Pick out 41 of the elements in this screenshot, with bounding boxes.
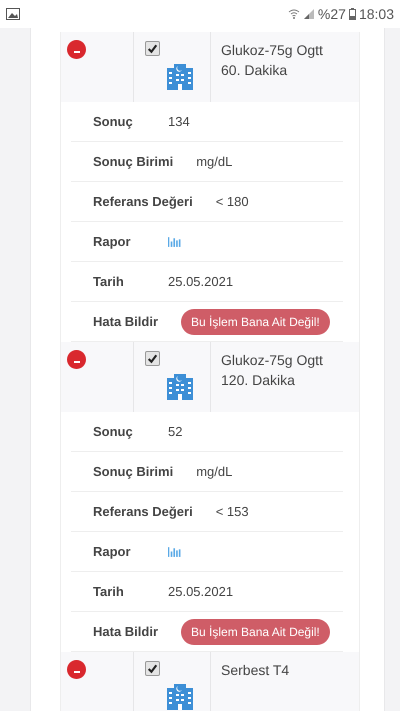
- signal-icon: [302, 8, 315, 20]
- hospital-icon: [167, 62, 193, 90]
- field-label: Referans Değeri: [93, 504, 193, 519]
- hospital-icon: [167, 372, 193, 400]
- field-label: Rapor: [93, 234, 132, 249]
- field-value: mg/dL: [196, 154, 232, 169]
- bar-chart-icon[interactable]: [168, 546, 181, 557]
- field-label: Sonuç Birimi: [93, 154, 174, 169]
- field-value: 25.05.2021: [168, 274, 234, 289]
- clock-time: 18:03: [358, 6, 394, 22]
- field-label: Sonuç Birimi: [93, 464, 174, 479]
- test-name: Glukoz-75g Ogtt 60. Dakika: [221, 41, 324, 80]
- battery-percent: %27: [318, 6, 346, 22]
- field-label: Sonuç: [93, 114, 134, 129]
- bar-chart-icon[interactable]: [168, 236, 181, 247]
- gallery-icon: [6, 8, 20, 20]
- test-name: Serbest T4: [221, 661, 290, 680]
- field-label: Sonuç: [93, 424, 134, 439]
- battery-icon: [348, 8, 356, 20]
- field-value: 134: [168, 114, 190, 129]
- wifi-icon: [288, 8, 300, 20]
- checkbox[interactable]: [145, 661, 160, 676]
- report-error-button[interactable]: Bu İşlem Bana Ait Değil!: [181, 618, 330, 644]
- field-value: < 180: [216, 194, 249, 209]
- test-name: Glukoz-75g Ogtt 120. Dakika: [221, 351, 324, 390]
- field-label: Tarih: [93, 274, 125, 289]
- field-label: Hata Bildir: [93, 314, 158, 329]
- remove-button[interactable]: [67, 350, 86, 369]
- remove-button[interactable]: [67, 660, 86, 679]
- field-value: < 153: [216, 504, 249, 519]
- field-value: mg/dL: [196, 464, 232, 479]
- checkbox[interactable]: [145, 41, 160, 56]
- checkbox[interactable]: [145, 351, 160, 366]
- remove-button[interactable]: [67, 40, 86, 59]
- field-label: Rapor: [93, 544, 132, 559]
- field-label: Tarih: [93, 584, 125, 599]
- field-value: 52: [168, 424, 182, 439]
- field-value: 25.05.2021: [168, 584, 234, 599]
- field-label: Hata Bildir: [93, 624, 158, 639]
- field-label: Referans Değeri: [93, 194, 193, 209]
- report-error-button[interactable]: Bu İşlem Bana Ait Değil!: [181, 308, 330, 334]
